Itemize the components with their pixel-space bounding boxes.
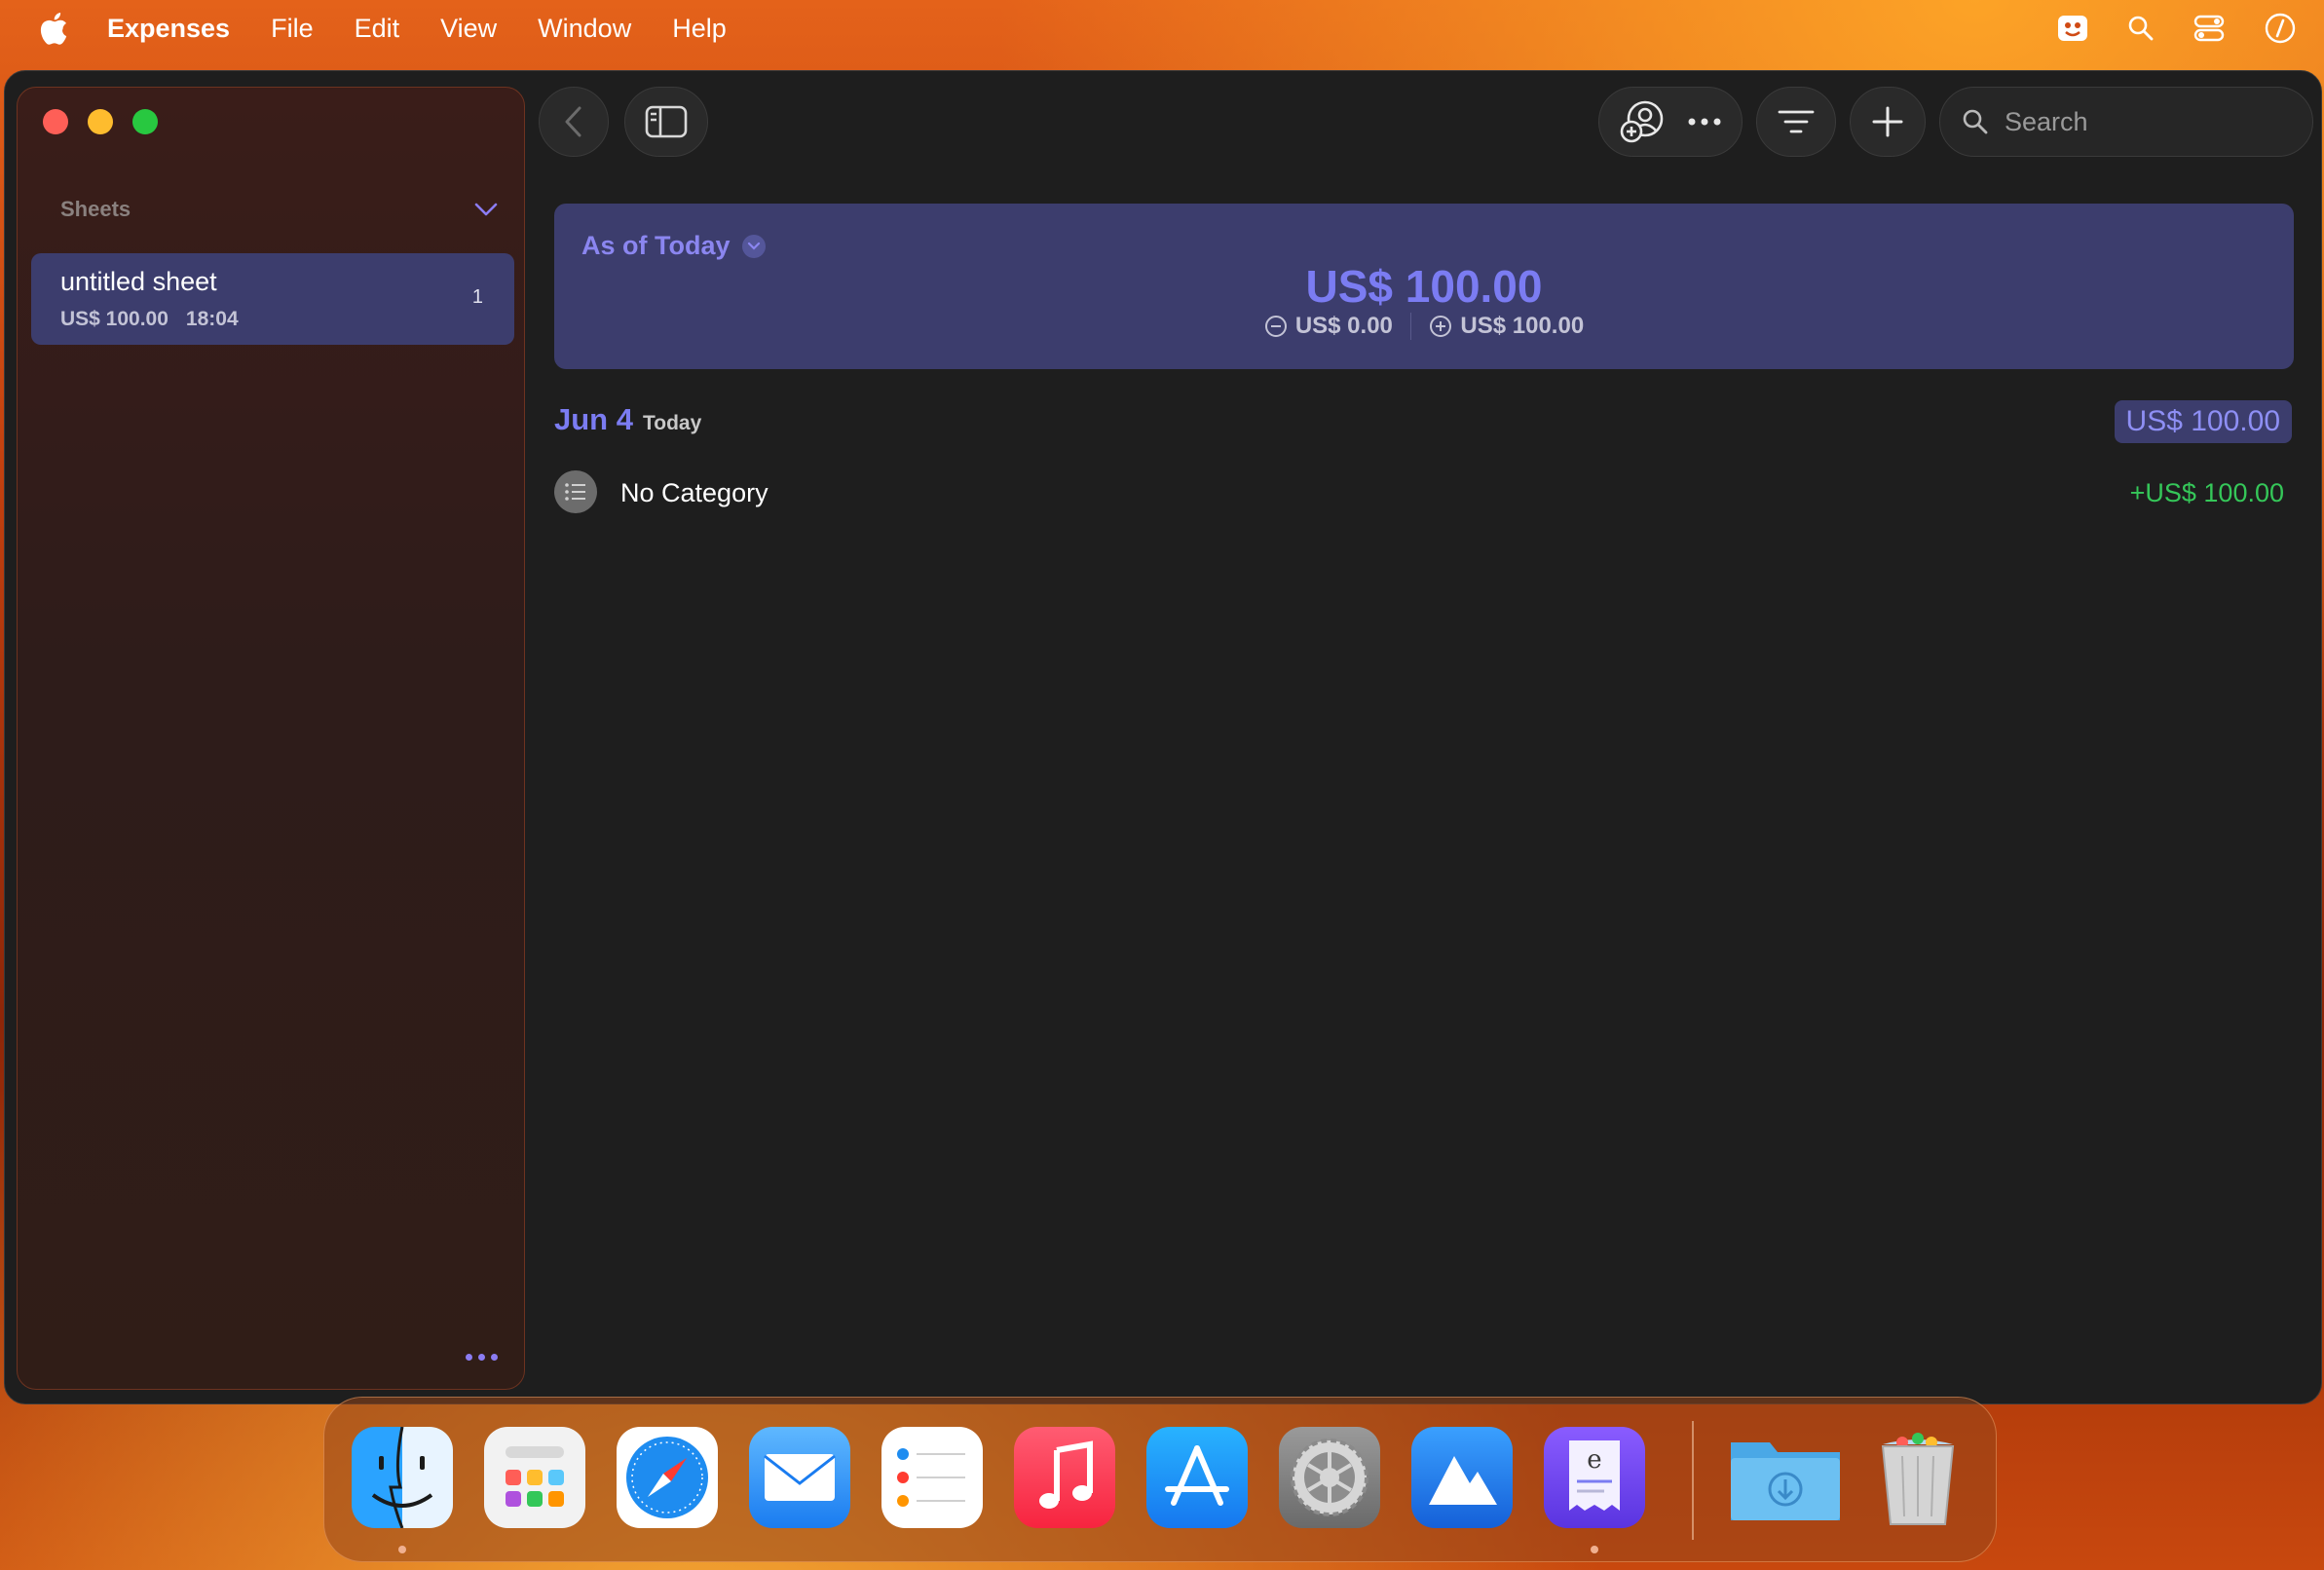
back-button[interactable] [539, 87, 609, 157]
chevron-left-icon [565, 106, 581, 137]
minimize-button[interactable] [88, 109, 113, 134]
toggle-sidebar-button[interactable] [624, 87, 708, 157]
sidebar-icon [645, 105, 688, 138]
finder-icon[interactable] [352, 1427, 453, 1528]
menu-bar: Expenses File Edit View Window Help [0, 0, 2324, 56]
chevron-down-icon [741, 234, 766, 258]
reminders-icon[interactable] [881, 1427, 983, 1528]
more-icon[interactable] [466, 1354, 498, 1361]
altitude-icon[interactable] [1411, 1427, 1513, 1528]
expenses-icon[interactable]: e [1544, 1427, 1645, 1528]
menu-window[interactable]: Window [538, 14, 631, 44]
trash-icon[interactable] [1867, 1427, 1968, 1528]
siri-icon[interactable] [2264, 12, 2297, 45]
list-item[interactable]: No Category +US$ 100.00 [554, 468, 2294, 515]
menu-help[interactable]: Help [672, 14, 727, 44]
income-amount: US$ 100.00 [1460, 313, 1585, 339]
control-center-icon[interactable] [2193, 14, 2225, 43]
list-category-icon [554, 470, 597, 513]
app-store-icon[interactable] [1146, 1427, 1248, 1528]
close-button[interactable] [43, 109, 68, 134]
running-indicator [398, 1546, 406, 1553]
dock-divider [1692, 1421, 1694, 1540]
day-relative-label: Today [642, 412, 702, 434]
spotlight-search-icon[interactable] [2127, 15, 2155, 42]
day-date: Jun 4 [554, 402, 633, 436]
running-indicator [1591, 1546, 1598, 1553]
income-total: US$ 100.00 [1429, 313, 1584, 340]
sheet-amount: US$ 100.00 [60, 308, 169, 330]
day-group-header: Jun 4 Today [554, 402, 701, 437]
period-selector[interactable]: As of Today [581, 231, 766, 261]
sidebar: Sheets untitled sheet US$ 100.00 18:04 1 [17, 87, 525, 1390]
downloads-folder-icon[interactable] [1725, 1427, 1846, 1528]
filter-icon [1778, 110, 1815, 133]
dock: e [323, 1397, 1997, 1562]
menu-file[interactable]: File [271, 14, 314, 44]
window-controls [43, 109, 158, 134]
balance-total: US$ 100.00 [1305, 261, 1543, 312]
add-entry-button[interactable] [1850, 87, 1926, 157]
sheets-section-header[interactable]: Sheets [60, 197, 499, 222]
sheet-time: 18:04 [185, 308, 239, 330]
add-collaborator-icon[interactable] [1620, 99, 1667, 144]
sheet-title: untitled sheet [60, 267, 217, 296]
zoom-button[interactable] [132, 109, 158, 134]
day-total-badge: US$ 100.00 [2114, 400, 2292, 443]
search-field[interactable] [1939, 87, 2313, 157]
chevron-down-icon[interactable] [473, 201, 499, 218]
sheet-entry-count: 1 [471, 286, 483, 308]
expenses-total: US$ 0.00 [1264, 313, 1393, 340]
launchpad-icon[interactable] [484, 1427, 585, 1528]
safari-icon[interactable] [617, 1427, 718, 1528]
balance-summary-card: As of Today US$ 100.00 US$ 0.00 US$ 100.… [554, 204, 2294, 369]
svg-text:e: e [1587, 1445, 1601, 1475]
search-icon [1963, 109, 1988, 134]
sheets-section-title: Sheets [60, 197, 131, 221]
menu-app-name[interactable]: Expenses [107, 14, 230, 44]
entry-category: No Category [620, 478, 768, 507]
mail-icon[interactable] [749, 1427, 850, 1528]
sheet-subtitle: US$ 100.00 18:04 [60, 308, 239, 331]
system-settings-icon[interactable] [1279, 1427, 1380, 1528]
face-status-icon[interactable] [2057, 13, 2088, 44]
expenses-amount: US$ 0.00 [1294, 313, 1393, 339]
search-input[interactable] [2005, 106, 2297, 137]
minus-circle-icon [1264, 316, 1287, 337]
menu-bar-status-area [2057, 0, 2297, 56]
entry-amount: +US$ 100.00 [2129, 478, 2284, 507]
music-icon[interactable] [1014, 1427, 1115, 1528]
menu-edit[interactable]: Edit [355, 14, 400, 44]
menu-view[interactable]: View [440, 14, 497, 44]
breakdown-divider [1409, 313, 1412, 340]
filter-button[interactable] [1756, 87, 1836, 157]
share-options-group [1598, 87, 1743, 157]
expenses-window: Sheets untitled sheet US$ 100.00 18:04 1 [4, 70, 2322, 1404]
balance-breakdown: US$ 0.00 US$ 100.00 [554, 313, 2294, 340]
apple-icon[interactable] [39, 12, 68, 45]
period-label: As of Today [581, 231, 731, 260]
plus-circle-icon [1430, 316, 1452, 337]
plus-icon [1872, 106, 1903, 137]
sheet-item-untitled[interactable]: untitled sheet US$ 100.00 18:04 1 [31, 253, 514, 345]
more-options-icon[interactable] [1687, 117, 1722, 127]
